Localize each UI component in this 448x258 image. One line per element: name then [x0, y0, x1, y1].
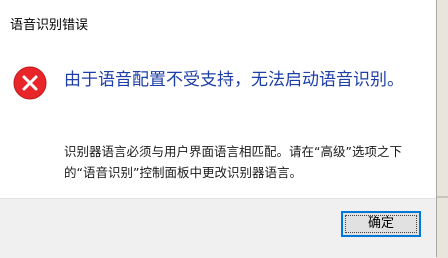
ok-button[interactable]: 确定	[341, 211, 421, 237]
error-dialog: 语音识别错误 由于语音配置不受支持，无法启动语音识别。 识别器语言必须与用户界面…	[0, 0, 437, 258]
main-instruction: 由于语音配置不受支持，无法启动语音识别。	[64, 70, 404, 90]
dialog-title: 语音识别错误	[10, 18, 89, 33]
focus-ring	[345, 215, 417, 233]
button-area: 确定	[0, 198, 436, 258]
title-bar[interactable]: 语音识别错误	[0, 0, 436, 44]
background-divider	[437, 196, 448, 198]
error-icon	[13, 66, 47, 100]
background-window-edge	[437, 0, 448, 257]
content-text: 识别器语言必须与用户界面语言相匹配。请在“高级”选项之下的“语音识别”控制面板中…	[64, 144, 402, 180]
